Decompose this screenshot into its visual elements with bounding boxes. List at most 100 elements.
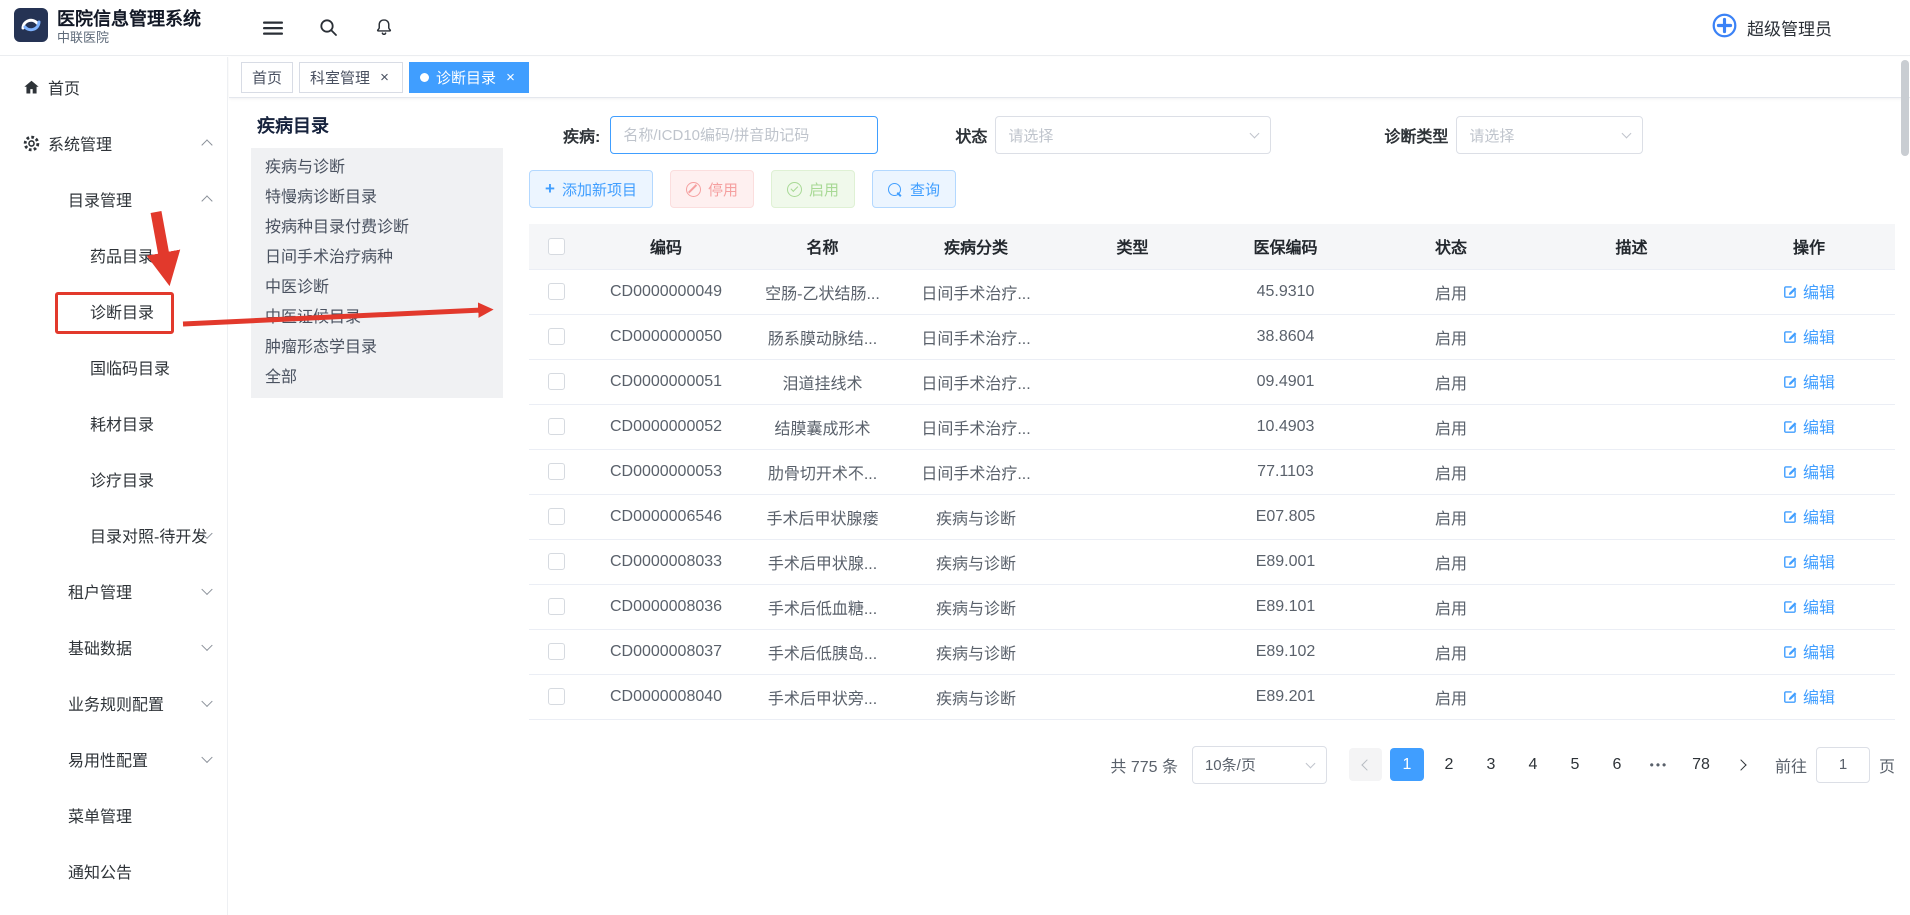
toolbar: 添加新项目 停用 启用 查询 <box>529 170 1895 208</box>
edit-button[interactable]: 编辑 <box>1783 504 1835 528</box>
catalog-item[interactable]: 肿瘤形态学目录 <box>251 333 503 363</box>
cell-description <box>1540 494 1723 539</box>
scrollbar-thumb[interactable] <box>1901 60 1909 156</box>
cell-status: 启用 <box>1362 404 1540 449</box>
page-button[interactable]: 3 <box>1474 748 1508 781</box>
page-size-select[interactable]: 10条/页 <box>1192 746 1327 784</box>
select-all-checkbox[interactable] <box>548 238 565 255</box>
cell-type <box>1056 359 1209 404</box>
disable-button[interactable]: 停用 <box>670 170 754 208</box>
sidebar-item[interactable]: 国临码目录 <box>0 339 227 395</box>
chevron-icon <box>201 696 212 707</box>
row-checkbox[interactable] <box>548 688 565 705</box>
tab-close-icon[interactable] <box>377 70 392 85</box>
cell-name: 泪道挂线术 <box>749 359 896 404</box>
page-button[interactable]: ••• <box>1642 748 1676 781</box>
diagnosis-type-select[interactable]: 请选择 <box>1456 116 1643 154</box>
sidebar-item[interactable]: 通知公告 <box>0 843 227 899</box>
edit-button[interactable]: 编辑 <box>1783 324 1835 348</box>
edit-button[interactable]: 编辑 <box>1783 639 1835 663</box>
sidebar-item[interactable]: 首页 <box>0 59 227 115</box>
catalog-item[interactable]: 中医诊断 <box>251 273 503 303</box>
sidebar-item[interactable]: 诊疗目录 <box>0 451 227 507</box>
row-checkbox[interactable] <box>548 373 565 390</box>
user-name: 超级管理员 <box>1747 15 1832 40</box>
collapse-menu-icon[interactable] <box>262 17 284 39</box>
sidebar-item[interactable]: 耗材目录 <box>0 395 227 451</box>
sidebar-item[interactable]: 业务规则配置 <box>0 675 227 731</box>
sidebar-item[interactable]: 菜单管理 <box>0 787 227 843</box>
catalog-item[interactable]: 中医证候目录 <box>251 303 503 333</box>
catalog-item[interactable]: 特慢病诊断目录 <box>251 183 503 213</box>
sidebar-item-label: 首页 <box>48 75 80 99</box>
sidebar-item[interactable]: 药品目录 <box>0 227 227 283</box>
cell-status: 启用 <box>1362 314 1540 359</box>
prev-page-button[interactable] <box>1349 748 1382 781</box>
enable-button[interactable]: 启用 <box>771 170 855 208</box>
row-checkbox[interactable] <box>548 283 565 300</box>
sidebar-item[interactable]: 目录管理 <box>0 171 227 227</box>
user-area[interactable]: 超级管理员 <box>1711 12 1910 44</box>
sidebar-item[interactable]: 诊断目录 <box>0 283 227 339</box>
sidebar-item[interactable]: 基础数据 <box>0 619 227 675</box>
edit-icon <box>1783 689 1798 704</box>
cell-category: 疾病与诊断 <box>896 674 1056 719</box>
tab[interactable]: 诊断目录 <box>409 62 529 93</box>
cell-code: CD0000000050 <box>583 314 749 359</box>
page-button[interactable]: 4 <box>1516 748 1550 781</box>
table-header-row: 编码 名称 疾病分类 类型 医保编码 状态 描述 操作 <box>529 224 1895 269</box>
cell-description <box>1540 539 1723 584</box>
edit-button[interactable]: 编辑 <box>1783 369 1835 393</box>
bell-icon[interactable] <box>373 17 395 39</box>
table-row: CD0000008037 手术后低胰岛... 疾病与诊断 E89.102 启用 <box>529 629 1895 674</box>
row-checkbox[interactable] <box>548 553 565 570</box>
edit-button[interactable]: 编辑 <box>1783 549 1835 573</box>
catalog-item[interactable]: 按病种目录付费诊断 <box>251 213 503 243</box>
row-checkbox[interactable] <box>548 463 565 480</box>
search-icon[interactable] <box>318 17 339 38</box>
row-checkbox[interactable] <box>548 418 565 435</box>
diagnosis-table: 编码 名称 疾病分类 类型 医保编码 状态 描述 操作 <box>529 224 1895 720</box>
edit-button[interactable]: 编辑 <box>1783 279 1835 303</box>
cell-code: CD0000000053 <box>583 449 749 494</box>
add-item-button[interactable]: 添加新项目 <box>529 170 653 208</box>
page-button[interactable]: 5 <box>1558 748 1592 781</box>
catalog-item[interactable]: 疾病与诊断 <box>251 153 503 183</box>
edit-button[interactable]: 编辑 <box>1783 459 1835 483</box>
tab-close-icon[interactable] <box>503 70 518 85</box>
page-button[interactable]: 78 <box>1684 748 1718 781</box>
page-button[interactable]: 1 <box>1390 748 1424 781</box>
sidebar-item[interactable]: 系统管理 <box>0 115 227 171</box>
tab[interactable]: 首页 <box>241 62 293 93</box>
column-header: 医保编码 <box>1209 224 1362 269</box>
catalog-item[interactable]: 全部 <box>251 363 503 393</box>
row-checkbox[interactable] <box>548 508 565 525</box>
edit-button[interactable]: 编辑 <box>1783 594 1835 618</box>
filter-row: 疾病: 状态 请选择 诊断类型 请选择 <box>529 116 1895 154</box>
row-checkbox[interactable] <box>548 598 565 615</box>
sidebar-item[interactable]: 易用性配置 <box>0 731 227 787</box>
chevron-down-icon <box>1306 758 1316 768</box>
cell-status: 启用 <box>1362 584 1540 629</box>
edit-button[interactable]: 编辑 <box>1783 414 1835 438</box>
tab-active-dot <box>420 73 429 82</box>
sidebar-item-label: 业务规则配置 <box>68 691 164 715</box>
cell-type <box>1056 269 1209 314</box>
query-button[interactable]: 查询 <box>872 170 956 208</box>
sidebar-item[interactable]: 目录对照-待开发 <box>0 507 227 563</box>
cell-description <box>1540 404 1723 449</box>
edit-button[interactable]: 编辑 <box>1783 684 1835 708</box>
goto-page-input[interactable] <box>1816 747 1870 783</box>
status-select[interactable]: 请选择 <box>995 116 1271 154</box>
row-checkbox[interactable] <box>548 328 565 345</box>
sidebar-item[interactable]: 租户管理 <box>0 563 227 619</box>
row-checkbox[interactable] <box>548 643 565 660</box>
sidebar-item-label: 系统管理 <box>48 131 112 155</box>
catalog-item[interactable]: 日间手术治疗病种 <box>251 243 503 273</box>
disease-search-input[interactable] <box>610 116 878 154</box>
tab[interactable]: 科室管理 <box>299 62 403 93</box>
next-page-button[interactable] <box>1726 748 1759 781</box>
page-button[interactable]: 6 <box>1600 748 1634 781</box>
edit-label: 编辑 <box>1803 684 1835 708</box>
page-button[interactable]: 2 <box>1432 748 1466 781</box>
